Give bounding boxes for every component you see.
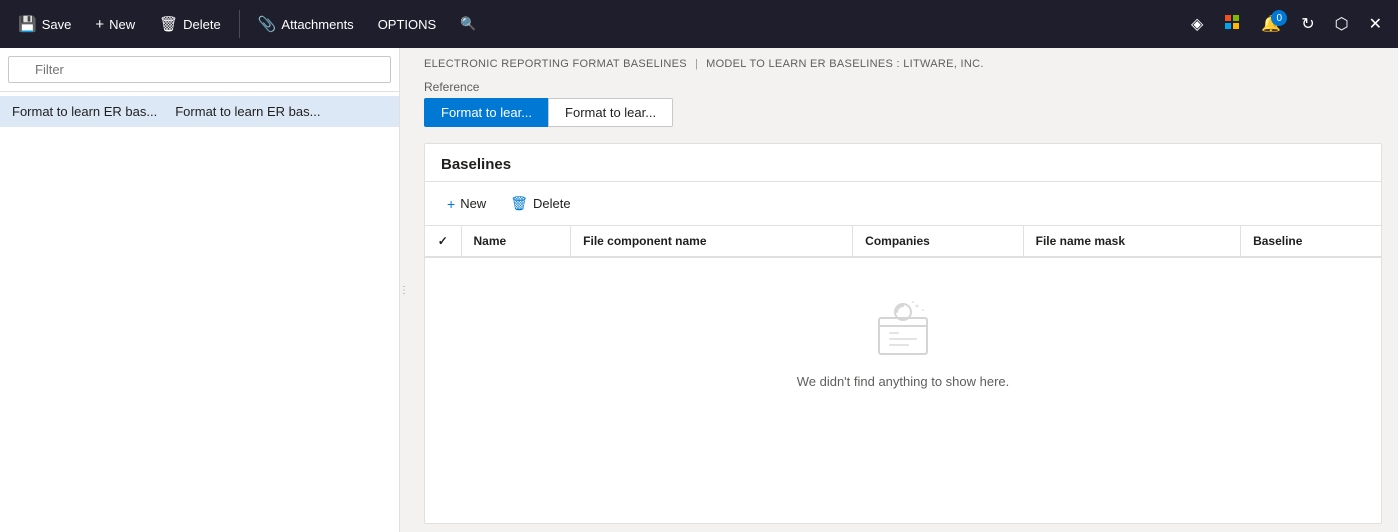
empty-state: We didn't find anything to show here. bbox=[425, 258, 1381, 429]
breadcrumb-part2: MODEL TO LEARN ER BASELINES : LITWARE, I… bbox=[706, 58, 984, 70]
baselines-plus-icon: + bbox=[447, 196, 455, 212]
close-icon: ✕ bbox=[1369, 16, 1382, 33]
delete-button[interactable]: 🗑 Delete bbox=[149, 9, 231, 39]
col-companies: Companies bbox=[853, 226, 1023, 257]
new-button[interactable]: + New bbox=[85, 10, 145, 39]
separator bbox=[239, 10, 240, 38]
title-bar-right: ◈ 🔔 0 ↻ ⬡ ✕ bbox=[1183, 7, 1390, 42]
detach-icon: ⬡ bbox=[1335, 16, 1349, 33]
left-panel: 🔍 Format to learn ER bas... Format to le… bbox=[0, 48, 400, 532]
delete-icon: 🗑 bbox=[159, 15, 178, 33]
refresh-btn[interactable]: ↻ bbox=[1293, 8, 1322, 40]
empty-state-text: We didn't find anything to show here. bbox=[797, 374, 1010, 389]
checkmark-icon: ✓ bbox=[438, 234, 448, 248]
baselines-table: ✓ Name File component name Companies Fil… bbox=[425, 226, 1381, 523]
office-icon-btn[interactable] bbox=[1215, 7, 1249, 42]
detach-btn[interactable]: ⬡ bbox=[1327, 8, 1357, 40]
baselines-delete-icon: 🗑 bbox=[510, 195, 528, 212]
list-item[interactable]: Format to learn ER bas... Format to lear… bbox=[0, 96, 399, 127]
search-icon: 🔍 bbox=[460, 16, 476, 32]
refresh-icon: ↻ bbox=[1301, 16, 1314, 33]
baselines-title: Baselines bbox=[425, 144, 1381, 182]
filter-box: 🔍 bbox=[0, 48, 399, 92]
reference-tab-2[interactable]: Format to lear... bbox=[548, 98, 673, 127]
breadcrumb: ELECTRONIC REPORTING FORMAT BASELINES | … bbox=[408, 48, 1398, 76]
notification-badge: 0 bbox=[1271, 10, 1287, 26]
right-panel: ELECTRONIC REPORTING FORMAT BASELINES | … bbox=[408, 48, 1398, 532]
col-baseline: Baseline bbox=[1241, 226, 1381, 257]
filter-input[interactable] bbox=[8, 56, 391, 83]
plus-icon: + bbox=[95, 16, 104, 33]
diamond-icon-btn[interactable]: ◈ bbox=[1183, 8, 1211, 40]
list-item-text-2: Format to learn ER bas... bbox=[175, 104, 320, 119]
resize-handle[interactable]: ⋮ bbox=[400, 48, 408, 532]
reference-tab-1[interactable]: Format to lear... bbox=[424, 98, 548, 127]
options-button[interactable]: OPTIONS bbox=[368, 11, 447, 38]
diamond-icon: ◈ bbox=[1191, 16, 1203, 33]
col-checkbox: ✓ bbox=[425, 226, 461, 257]
list-item-text-1: Format to learn ER bas... bbox=[12, 104, 157, 119]
baselines-container: Baselines + New 🗑 Delete ✓ bbox=[424, 143, 1382, 524]
notifications-btn[interactable]: 🔔 0 bbox=[1253, 8, 1289, 40]
baselines-new-label: New bbox=[460, 196, 486, 211]
baselines-delete-label: Delete bbox=[533, 196, 571, 211]
office-icon bbox=[1223, 18, 1241, 35]
search-button[interactable]: 🔍 bbox=[450, 10, 486, 38]
baselines-new-button[interactable]: + New bbox=[437, 190, 496, 217]
baselines-toolbar: + New 🗑 Delete bbox=[425, 182, 1381, 226]
title-bar: 💾 Save + New 🗑 Delete 📎 Attachments OPTI… bbox=[0, 0, 1398, 48]
save-icon: 💾 bbox=[18, 15, 37, 33]
main-layout: 🔍 Format to learn ER bas... Format to le… bbox=[0, 48, 1398, 532]
list-items: Format to learn ER bas... Format to lear… bbox=[0, 92, 399, 131]
reference-label: Reference bbox=[424, 80, 1382, 94]
reference-section: Reference Format to lear... Format to le… bbox=[408, 76, 1398, 135]
breadcrumb-part1: ELECTRONIC REPORTING FORMAT BASELINES bbox=[424, 58, 687, 70]
reference-tabs: Format to lear... Format to lear... bbox=[424, 98, 1382, 127]
col-file-name-mask: File name mask bbox=[1023, 226, 1240, 257]
attachments-button[interactable]: 📎 Attachments bbox=[248, 9, 364, 39]
save-button[interactable]: 💾 Save bbox=[8, 9, 81, 39]
baselines-delete-button[interactable]: 🗑 Delete bbox=[500, 190, 580, 217]
attachments-icon: 📎 bbox=[258, 15, 277, 33]
col-file-component: File component name bbox=[571, 226, 853, 257]
close-btn[interactable]: ✕ bbox=[1361, 8, 1390, 40]
col-name: Name bbox=[461, 226, 571, 257]
empty-state-icon bbox=[871, 298, 935, 362]
breadcrumb-separator: | bbox=[695, 58, 698, 70]
